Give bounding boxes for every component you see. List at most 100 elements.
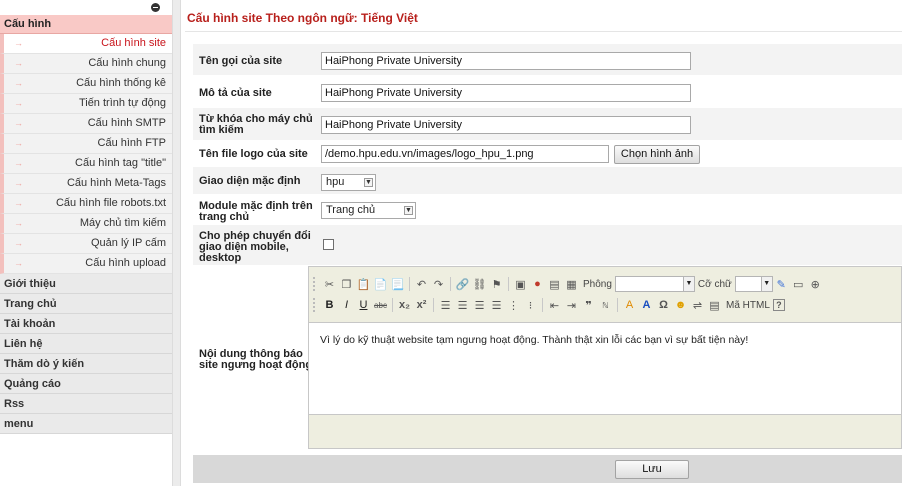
logo-label: Tên file logo của site [199, 148, 308, 160]
sidebar-subitem-label: Cấu hình thống kê [76, 77, 166, 89]
document-icon[interactable]: ▭ [790, 276, 807, 293]
row-mobile-switch: Cho phép chuyển đổi giao diện mobile, de… [193, 225, 902, 266]
arrow-right-icon: → [14, 38, 23, 48]
superscript-icon[interactable]: x² [413, 297, 430, 314]
sidebar-subitem-label: Cấu hình site [101, 37, 166, 49]
sidebar-item[interactable]: Trang chủ [0, 294, 172, 314]
arrow-right-icon: → [14, 138, 23, 148]
arrow-right-icon: → [14, 58, 23, 68]
numbered-list-icon[interactable]: ⋮ [505, 297, 522, 314]
keywords-label: Từ khóa cho máy chủ tìm kiếm [199, 113, 313, 136]
div-icon[interactable]: ℕ [597, 297, 614, 314]
bg-color-icon[interactable]: A [638, 297, 655, 314]
theme-select[interactable]: hpu ▼ [321, 174, 376, 191]
sidebar-subitem[interactable]: → Cấu hình upload [0, 254, 172, 274]
collapse-icon[interactable] [151, 3, 160, 12]
video-icon[interactable]: ▤ [546, 276, 563, 293]
site-desc-input[interactable] [321, 84, 691, 102]
link-icon[interactable]: 🔗 [454, 276, 471, 293]
size-combo[interactable]: ▼ [734, 276, 773, 292]
align-left-icon[interactable]: ☰ [437, 297, 454, 314]
logo-path-input[interactable] [321, 145, 609, 163]
italic-icon[interactable]: I [338, 297, 355, 314]
sidebar-section-config[interactable]: Cấu hình [0, 15, 172, 34]
paste-text-icon[interactable]: 📄 [372, 276, 389, 293]
sidebar-subitem[interactable]: → Cấu hình thống kê [0, 74, 172, 94]
row-logo: Tên file logo của site Chọn hình ảnh [193, 141, 902, 167]
sidebar-subitem[interactable]: → Máy chủ tìm kiếm [0, 214, 172, 234]
bold-icon[interactable]: B [321, 297, 338, 314]
sidebar-subitem-label: Quản lý IP cấm [91, 237, 166, 249]
globe-icon[interactable]: ⊕ [807, 276, 824, 293]
sidebar-subitem[interactable]: → Cấu hình FTP [0, 134, 172, 154]
editor-toolbar-2: B I U abc x₂ x² ☰ ☰ ☰ ☰ ⋮ ⁝ ⇤ ⇥ ❞ ℕ A A … [313, 295, 785, 315]
keywords-input[interactable] [321, 116, 691, 134]
mobile-switch-checkbox[interactable] [323, 239, 334, 250]
row-site-desc: Mô tả của site [193, 76, 902, 108]
sidebar-item[interactable]: Quảng cáo [0, 374, 172, 394]
sidebar-item[interactable]: Tài khoản [0, 314, 172, 334]
align-right-icon[interactable]: ☰ [471, 297, 488, 314]
page-title: Cấu hình site Theo ngôn ngữ: Tiếng Việt [187, 11, 418, 25]
sidebar-subitem-label: Cấu hình Meta-Tags [66, 177, 166, 189]
sidebar-subitem[interactable]: → Cấu hình chung [0, 54, 172, 74]
unlink-icon[interactable]: ⛓ [471, 276, 488, 293]
paste-icon[interactable]: 📋 [355, 276, 372, 293]
sidebar-subitem[interactable]: → Quản lý IP cấm [0, 234, 172, 254]
site-name-input[interactable] [321, 52, 691, 70]
subscript-icon[interactable]: x₂ [396, 297, 413, 314]
bulleted-list-icon[interactable]: ⁝ [522, 297, 539, 314]
sidebar-subitem-label: Cấu hình chung [88, 57, 166, 69]
special-char-icon[interactable]: Ω [655, 297, 672, 314]
closed-message-label: Nội dung thông báo site ngưng hoạt động [199, 348, 313, 371]
strike-icon[interactable]: abc [372, 297, 389, 314]
sidebar-subitem[interactable]: → Tiến trình tự động [0, 94, 172, 114]
arrow-right-icon: → [14, 98, 23, 108]
eraser-icon[interactable]: ✎ [773, 276, 790, 293]
image-icon[interactable]: ▣ [512, 276, 529, 293]
text-color-icon[interactable]: A [621, 297, 638, 314]
underline-icon[interactable]: U [355, 297, 372, 314]
help-icon[interactable]: ? [772, 299, 785, 311]
cut-icon[interactable]: ✂ [321, 276, 338, 293]
redo-icon[interactable]: ↷ [430, 276, 447, 293]
arrow-right-icon: → [14, 78, 23, 88]
arrow-right-icon: → [14, 258, 23, 268]
sidebar-item[interactable]: menu [0, 414, 172, 434]
sidebar-subitem[interactable]: → Cấu hình tag "title" [0, 154, 172, 174]
arrow-right-icon: → [14, 238, 23, 248]
pagebreak-icon[interactable]: ⇌ [689, 297, 706, 314]
indent-icon[interactable]: ⇥ [563, 297, 580, 314]
blockquote-icon[interactable]: ❞ [580, 297, 597, 314]
flash-icon[interactable]: ● [529, 276, 546, 293]
editor-toolbar-1: ✂ ❐ 📋 📄 📃 ↶ ↷ 🔗 ⛓ ⚑ ▣ ● ▤ ▦ Phông ▼ Cỡ c… [313, 274, 824, 294]
sidebar-item[interactable]: Giới thiệu [0, 274, 172, 294]
source-icon[interactable]: ▤ [706, 297, 723, 314]
undo-icon[interactable]: ↶ [413, 276, 430, 293]
sidebar-subitem-label: Cấu hình upload [85, 257, 166, 269]
font-combo[interactable]: ▼ [614, 276, 695, 292]
sidebar-item[interactable]: Liên hệ [0, 334, 172, 354]
smiley-icon[interactable]: ☻ [672, 297, 689, 314]
sidebar-item[interactable]: Thăm dò ý kiến [0, 354, 172, 374]
save-button[interactable]: Lưu [615, 460, 689, 479]
sidebar-subitem[interactable]: → Cấu hình SMTP [0, 114, 172, 134]
sidebar-item[interactable]: Rss [0, 394, 172, 414]
editor-content[interactable]: Vì lý do kỹ thuật website tạm ngưng hoạt… [309, 322, 901, 415]
outdent-icon[interactable]: ⇤ [546, 297, 563, 314]
module-select[interactable]: Trang chủ ▼ [321, 202, 416, 219]
site-name-label: Tên gọi của site [199, 55, 283, 67]
table-icon[interactable]: ▦ [563, 276, 580, 293]
paste-word-icon[interactable]: 📃 [389, 276, 406, 293]
sidebar-subitem[interactable]: → Cấu hình Meta-Tags [0, 174, 172, 194]
sidebar-sub-list: → Cấu hình site → Cấu hình chung → Cấu hình t… [0, 34, 172, 274]
choose-image-button[interactable]: Chọn hình ảnh [614, 145, 700, 164]
source-label[interactable]: Mã HTML [726, 300, 770, 311]
anchor-icon[interactable]: ⚑ [488, 276, 505, 293]
sidebar-scrollbar[interactable] [172, 0, 181, 486]
align-center-icon[interactable]: ☰ [454, 297, 471, 314]
align-justify-icon[interactable]: ☰ [488, 297, 505, 314]
sidebar-subitem[interactable]: → Cấu hình file robots.txt [0, 194, 172, 214]
sidebar-subitem[interactable]: → Cấu hình site [0, 34, 172, 54]
copy-icon[interactable]: ❐ [338, 276, 355, 293]
